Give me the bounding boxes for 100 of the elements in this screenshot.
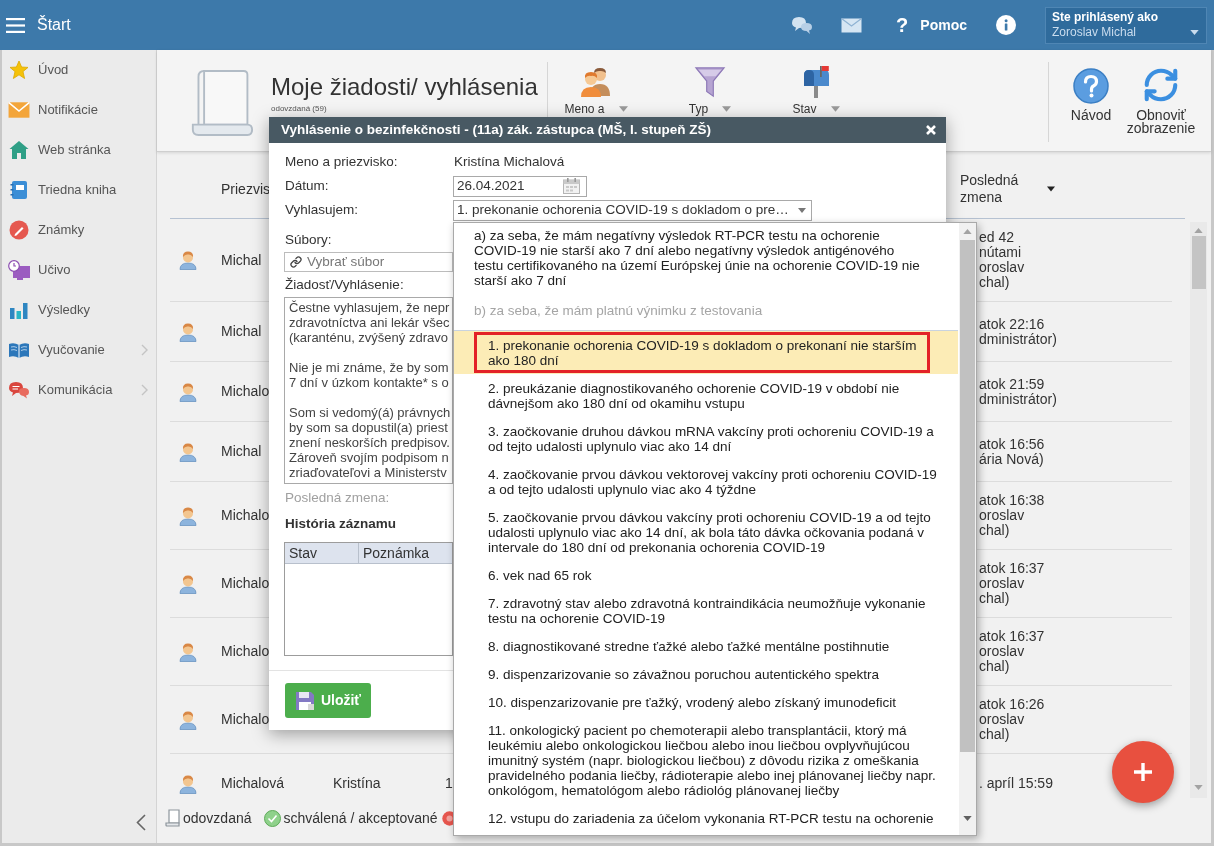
person-icon (179, 250, 197, 270)
table-cell-text: atok 16:26 oroslav chal) (979, 697, 1046, 742)
envelope-icon (8, 100, 30, 120)
table-cell-text: . apríl 15:59 (979, 776, 1054, 791)
help-icon[interactable] (1073, 68, 1109, 104)
table-cell-text: ed 42 nútami oroslav chal) (979, 230, 1026, 290)
speech-bubbles-icon (8, 380, 30, 400)
info-icon[interactable] (996, 15, 1016, 35)
toolbar-button[interactable]: Obnoviť zobrazenie (1121, 66, 1201, 135)
person-icon (179, 773, 197, 794)
table-cell: Michalo (221, 575, 270, 591)
sidebar-item[interactable]: Komunikácia (2, 370, 156, 410)
date-field[interactable]: 26.04.2021 (453, 175, 587, 197)
calendar-icon (563, 178, 580, 194)
mail-icon[interactable] (841, 17, 863, 33)
field-label: Žiadosť/Vyhlásenie: (285, 277, 404, 292)
link-icon (290, 256, 302, 268)
table-cell-text: atok 16:38 oroslav chal) (979, 493, 1046, 538)
table-cell: Michalo (221, 507, 270, 523)
field-label: Súbory: (285, 232, 332, 247)
textarea-field[interactable]: Čestne vyhlasujem, že nepr zdravotníctva ani lekár všec (karanténu, zvýšený zdravo Nie je mi známe, že by som 7 dní v úzkom kontakte* s o Som si vedomý(á) právnych by som sa dopustil(a) priest znení neskorších predpisov. Zároveň svojím podpisom n zriaďovateľovi a Ministerstv (284, 297, 453, 484)
page-subtitle: odovzdaná (59) (271, 104, 327, 114)
file-input[interactable]: Vybrať súbor (284, 252, 453, 272)
sidebar-item[interactable]: Učivo (2, 250, 156, 290)
table-cell-text: atok 16:37 oroslav chal) (979, 629, 1046, 674)
filter-button[interactable]: Typ (666, 66, 754, 116)
table-cell: Michalo (221, 643, 270, 659)
field-value: Kristína Michalová (453, 152, 565, 171)
document-icon (165, 809, 180, 827)
dropdown-option[interactable]: 1. prekonanie ochorenia COVID-19 s dokladom o prekonaní nie starším ako 180 dní (454, 331, 959, 374)
column-header: Stav (285, 543, 359, 563)
table-cell: Kristína (333, 775, 381, 791)
select-field[interactable]: 1. prekonanie ochorenia COVID-19 s dokladom o pre… (453, 199, 812, 221)
caret-icon (722, 106, 732, 112)
legend-label: schválená / akceptované (283, 808, 438, 828)
sidebar-item[interactable]: Vyučovanie (2, 330, 156, 370)
field-label: Meno a priezvisko: (285, 152, 399, 171)
toolbar-button[interactable]: Návod (1066, 68, 1116, 122)
table-cell: Michal (221, 443, 262, 459)
notebook-icon (8, 180, 30, 200)
section-title: História záznamu (285, 516, 397, 531)
field-label: Vyhlasujem: (285, 200, 360, 219)
star-icon (8, 60, 30, 80)
chat-bubbles-icon[interactable] (791, 15, 814, 35)
modal-title: Vyhlásenie o bezinfekčnosti - (11a) zák. zástupca (MŠ, I. stupeň ZŠ) (281, 120, 712, 139)
table-cell-text: atok 21:59 dministrátor) (979, 376, 1058, 407)
caret-icon (1190, 29, 1199, 35)
funnel-icon (693, 66, 727, 98)
table-cell-text: atok 16:37 oroslav chal) (979, 561, 1046, 606)
table-cell-text: atok 16:56 ária Nová) (979, 436, 1046, 467)
column-header[interactable]: Priezvis (221, 180, 270, 198)
menu-icon[interactable] (6, 17, 25, 33)
sidebar-item[interactable]: Web stránka (2, 130, 156, 170)
person-icon (179, 381, 197, 402)
scrollbar-thumb[interactable] (960, 240, 975, 752)
sidebar-item[interactable]: Úvod (2, 50, 156, 90)
field-label: Posledná zmena: (285, 490, 390, 505)
start-link[interactable]: Štart (37, 13, 71, 37)
scrollbar[interactable] (1190, 222, 1207, 798)
pen-badge-icon (8, 220, 30, 240)
user-menu[interactable]: Ste prihlásený ako Zoroslav Michal (1045, 6, 1207, 44)
sidebar-item[interactable]: Triedna kniha (2, 170, 156, 210)
person-icon (179, 441, 197, 462)
caret-icon (830, 106, 840, 112)
table-cell: Michalo (221, 383, 270, 399)
table-cell: Michalová (221, 775, 285, 791)
legend-label: odovzdaná (183, 808, 252, 828)
plus-icon (1133, 762, 1153, 782)
dropdown-option[interactable]: a) za seba, že mám negatívny výsledok RT-PCR testu na ochorenie COVID-19 nie starší ako 7 dní alebo negatívny výsledok antigénového testu certifikovaného na území Európskej únie na ochorenie COVID-19 nie starší ako 7 dní (454, 223, 959, 296)
arrow-down-icon (1194, 785, 1203, 790)
arrow-up-icon (1194, 228, 1203, 233)
arrow-down-icon (963, 816, 972, 821)
arrow-up-icon (963, 229, 972, 234)
table-cell: Michal (221, 323, 262, 339)
chevron-left-icon[interactable] (136, 814, 146, 831)
scrollbar-thumb[interactable] (1191, 236, 1206, 289)
sidebar-item[interactable]: Výsledky (2, 290, 156, 330)
scroll-document-icon (190, 69, 254, 137)
check-circle-icon (263, 809, 281, 827)
field-label: Dátum: (285, 176, 330, 195)
table-cell: 1 (445, 775, 453, 791)
bar-chart-icon (8, 300, 30, 320)
refresh-icon[interactable] (1142, 66, 1180, 104)
person-icon (179, 321, 197, 342)
help-button[interactable]: ? Pomoc (896, 10, 967, 40)
filter-button[interactable]: Meno a (552, 66, 640, 116)
sidebar-item[interactable]: Notifikácie (2, 90, 156, 130)
table-cell-text: atok 22:16 dministrátor) (979, 316, 1058, 347)
open-book-icon (8, 340, 30, 360)
caret-icon (618, 106, 628, 112)
person-icon (179, 505, 197, 526)
scrollbar[interactable] (959, 223, 976, 835)
close-icon[interactable] (926, 125, 936, 135)
sidebar-item[interactable]: Známky (2, 210, 156, 250)
filter-button[interactable]: Stav (772, 66, 860, 116)
person-icon (179, 709, 197, 730)
column-header: Poznámka (362, 544, 431, 563)
table-cell: Michal (221, 251, 262, 268)
clock-board-icon (8, 260, 30, 280)
column-header[interactable]: Posledná zmena (960, 172, 1055, 206)
